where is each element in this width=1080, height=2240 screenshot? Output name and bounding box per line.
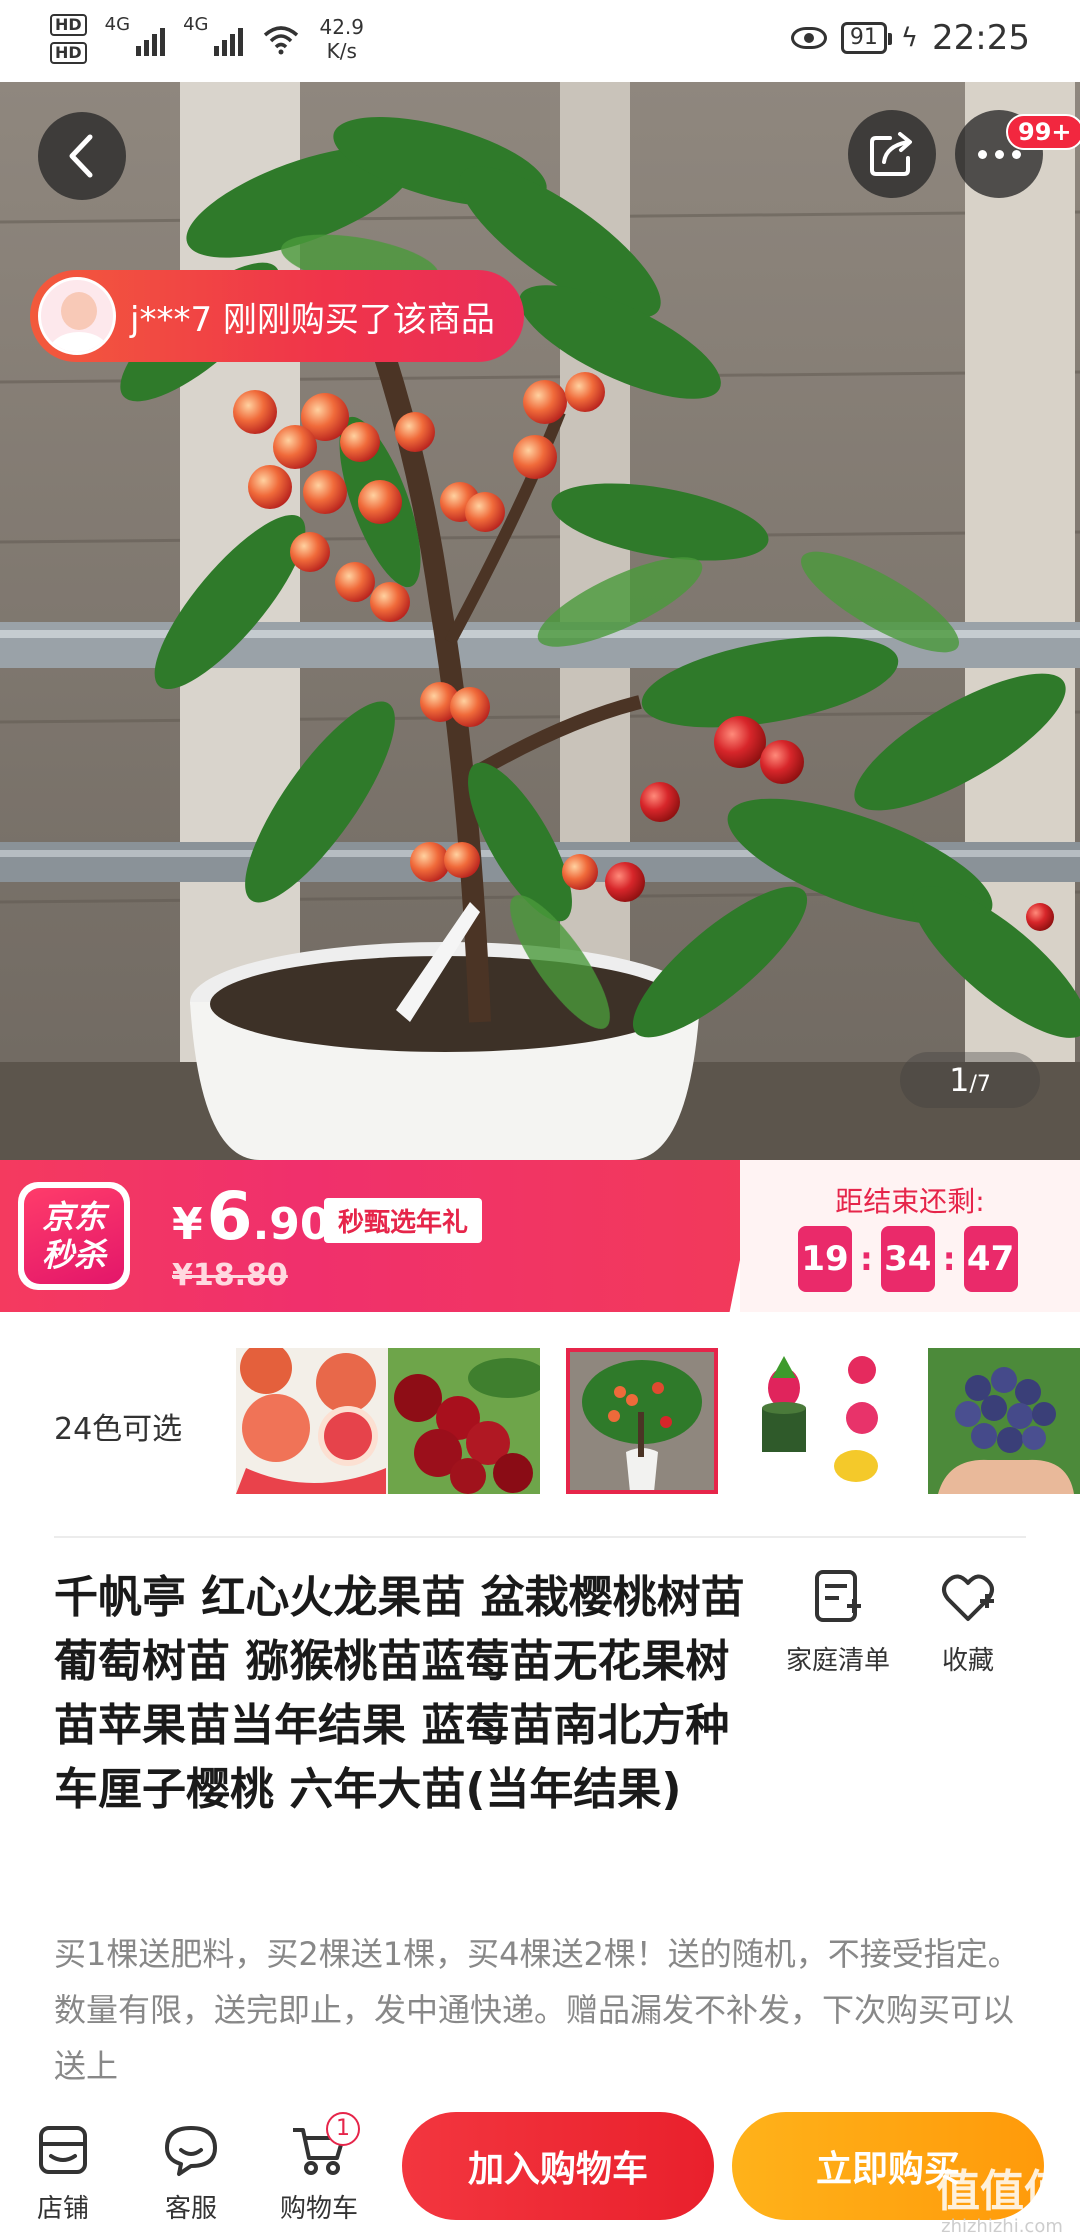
chat-icon <box>165 2126 217 2176</box>
heart-icon <box>942 1574 994 1621</box>
site-watermark: 值值值 zhizhizhi.com <box>924 2168 1080 2238</box>
network-type-2: 4G <box>183 14 209 35</box>
speed-value: 42.9 <box>319 15 365 39</box>
cherry-tree-photo <box>0 82 1080 1160</box>
favorite-button[interactable]: 收藏 <box>908 1566 1028 1677</box>
countdown-panel: 距结束还剩: 19 : 34 : 47 <box>740 1160 1080 1312</box>
variant-thumb-blueberry[interactable] <box>928 1348 1080 1494</box>
status-left: HD HD 4G 4G 42.9 K/s <box>50 14 364 64</box>
signal-icon <box>214 22 244 56</box>
family-list-label: 家庭清单 <box>785 1646 890 1676</box>
eye-comfort-icon <box>790 27 827 49</box>
add-to-cart-button[interactable]: 加入购物车 <box>402 2112 714 2220</box>
speed-unit: K/s <box>326 39 357 63</box>
share-icon <box>870 132 912 176</box>
hd2-badge: HD <box>50 42 87 64</box>
variant-count-label[interactable]: 24色可选 <box>54 1404 182 1448</box>
promo-description: 买1棵送肥料，买2棵送1棵，买4棵送2棵！送的随机，不接受指定。数量有限，送完即… <box>54 1935 1020 2085</box>
logo-line1: 京东 <box>41 1198 106 1236</box>
product-image-carousel[interactable]: 99+ j***7 刚刚购买了该商品 1/7 <box>0 82 1080 1160</box>
clock: 22:25 <box>932 18 1030 58</box>
customer-service-label: 客服 <box>164 2194 217 2224</box>
original-price: ¥18.80 <box>172 1258 288 1293</box>
variant-thumb-dragon-fruit[interactable] <box>744 1348 896 1494</box>
page-current: 1 <box>949 1061 970 1099</box>
variant-thumb-cherry[interactable] <box>388 1348 540 1494</box>
jd-seckill-logo: 京东 秒杀 <box>18 1182 130 1290</box>
battery-level: 91 <box>840 22 892 54</box>
logo-line2: 秒杀 <box>41 1236 106 1274</box>
price-currency: ¥ <box>172 1199 203 1250</box>
price-decimal: .90 <box>252 1199 331 1250</box>
network-type-1: 4G <box>104 14 131 35</box>
countdown-seconds: 47 <box>963 1226 1018 1292</box>
image-page-indicator: 1/7 <box>900 1052 1040 1108</box>
list-icon <box>815 1570 861 1622</box>
more-dots-icon <box>977 149 1021 159</box>
variant-thumb-grapefruit[interactable] <box>236 1348 388 1494</box>
wifi-icon <box>264 26 299 55</box>
recent-buyer-notice: j***7 刚刚购买了该商品 <box>30 270 524 362</box>
watermark-sub: zhizhizhi.com <box>941 2216 1063 2237</box>
recent-buyer-text: j***7 刚刚购买了该商品 <box>130 299 495 340</box>
share-button[interactable] <box>848 110 936 198</box>
favorite-label: 收藏 <box>941 1646 994 1676</box>
cart-count-badge: 1 <box>326 2112 360 2146</box>
notification-badge: 99+ <box>1006 114 1080 150</box>
family-list-button[interactable]: 家庭清单 <box>778 1566 898 1677</box>
hd1-badge: HD <box>50 14 87 36</box>
shop-label: 店铺 <box>36 2194 89 2224</box>
hd-indicators: HD HD <box>50 14 87 64</box>
customer-service-button[interactable]: 客服 <box>136 2112 246 2225</box>
variant-thumb-cherry-tree[interactable] <box>566 1348 718 1494</box>
flash-sale-bar: 京东 秒杀 ¥ 6 .90 秒甄选年礼 ¥18.80 距结束还剩: 19 : 3… <box>0 1160 1080 1312</box>
variant-selector: 24色可选 <box>0 1312 1080 1534</box>
product-title: 千帆亭 红心火龙果苗 盆栽樱桃树苗 葡萄树苗 猕猴桃苗蓝莓苗无花果树苗苹果苗当年… <box>54 1572 745 1815</box>
bottom-action-bar: 店铺 客服 1 购物车 加入购物车 立即购买 <box>0 2100 1080 2240</box>
status-bar: HD HD 4G 4G 42.9 K/s 91 ϟ 22:25 <box>0 0 1080 82</box>
charging-icon: ϟ <box>900 23 919 53</box>
back-arrow-icon <box>69 134 93 178</box>
signal-icon <box>136 22 166 56</box>
price-integer: 6 <box>206 1178 253 1255</box>
countdown-hours: 19 <box>798 1226 852 1292</box>
shop-button[interactable]: 店铺 <box>8 2112 118 2225</box>
cart-label: 购物车 <box>279 2194 358 2224</box>
network-speed: 42.9 K/s <box>319 15 364 63</box>
watermark-main: 值值值 <box>936 2166 1068 2217</box>
cart-button[interactable]: 1 购物车 <box>264 2112 374 2225</box>
back-button[interactable] <box>38 112 126 200</box>
countdown-timer: 19 : 34 : 47 <box>798 1226 1018 1292</box>
shop-icon <box>39 2126 87 2174</box>
sale-price: ¥ 6 .90 <box>172 1178 331 1255</box>
avatar <box>38 277 116 355</box>
countdown-minutes: 34 <box>880 1226 935 1292</box>
promo-tag: 秒甄选年礼 <box>324 1198 483 1243</box>
section-divider <box>54 1536 1026 1538</box>
countdown-label: 距结束还剩: <box>835 1185 985 1218</box>
status-right: 91 ϟ 22:25 <box>790 18 1030 58</box>
page-total: /7 <box>969 1072 991 1097</box>
